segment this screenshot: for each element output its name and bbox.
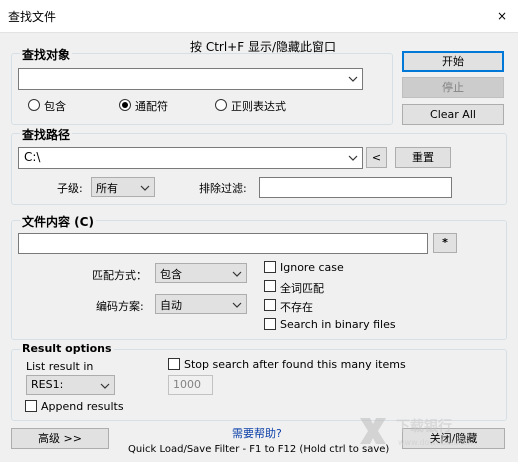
append-results-checkbox[interactable] [25, 400, 37, 412]
match-mode-select[interactable]: 包含 [155, 263, 247, 283]
sublevel-value: 所有 [96, 182, 118, 195]
find-target-title: 查找对象 [20, 46, 73, 63]
find-path-title: 查找路径 [20, 126, 73, 143]
match-mode-value: 包含 [160, 268, 182, 281]
encoding-select[interactable]: 自动 [155, 294, 247, 314]
append-results-label: Append results [41, 400, 124, 413]
close-icon[interactable]: × [496, 10, 508, 22]
clear-all-button[interactable]: Clear All [402, 104, 504, 125]
ignore-case-checkbox[interactable] [264, 261, 276, 273]
whole-word-label: 全词匹配 [280, 282, 324, 295]
list-result-select[interactable]: RES1: [26, 375, 115, 395]
watermark-url: www.downbank.cn [398, 438, 473, 447]
help-link[interactable]: 需要帮助? [232, 425, 282, 441]
binary-search-label: Search in binary files [280, 318, 396, 331]
radio-contains-label: 包含 [44, 100, 66, 113]
file-content-title: 文件内容 (C) [20, 213, 96, 230]
find-target-combo[interactable] [18, 68, 363, 90]
radio-regex[interactable] [215, 99, 227, 111]
encoding-value: 自动 [160, 299, 182, 312]
binary-search-checkbox[interactable] [264, 318, 276, 330]
sublevel-label: 子级: [57, 182, 83, 195]
result-options-title: Result options [20, 342, 114, 355]
content-options-button[interactable]: * [433, 233, 457, 253]
stop-button[interactable]: 停止 [402, 77, 504, 98]
chevron-down-icon[interactable] [140, 183, 150, 193]
path-back-button[interactable]: < [366, 147, 387, 168]
radio-wildcard-label: 通配符 [135, 100, 168, 113]
exclude-filter-label: 排除过滤: [199, 182, 247, 195]
not-exist-label: 不存在 [280, 301, 313, 314]
chevron-down-icon[interactable] [100, 381, 110, 391]
ignore-case-label: Ignore case [280, 261, 344, 274]
list-result-label: List result in [26, 360, 94, 373]
file-content-input[interactable] [18, 233, 428, 254]
stop-after-label: Stop search after found this many items [184, 358, 406, 371]
reset-button[interactable]: 重置 [395, 147, 451, 168]
exclude-filter-input[interactable] [259, 177, 452, 198]
chevron-down-icon[interactable] [348, 74, 358, 84]
stop-count-input[interactable]: 1000 [168, 375, 213, 395]
start-button[interactable]: 开始 [402, 51, 504, 72]
radio-wildcard[interactable] [119, 99, 131, 111]
chevron-down-icon[interactable] [348, 153, 358, 163]
quick-filter-text: Quick Load/Save Filter - F1 to F12 (Hold… [128, 444, 390, 455]
advanced-button[interactable]: 高级 >> [11, 428, 109, 449]
watermark-text: 下载银行 [396, 419, 452, 435]
not-exist-checkbox[interactable] [264, 299, 276, 311]
chevron-down-icon[interactable] [232, 269, 242, 279]
list-result-value: RES1: [31, 378, 64, 391]
radio-contains[interactable] [28, 99, 40, 111]
watermark: 下载银行 www.downbank.cn [356, 410, 506, 458]
stop-after-checkbox[interactable] [168, 358, 180, 370]
path-combo[interactable]: C:\ [18, 147, 363, 169]
watermark-logo-icon [360, 418, 386, 444]
path-value: C:\ [24, 150, 41, 164]
match-mode-label: 匹配方式： [92, 269, 147, 282]
chevron-down-icon[interactable] [232, 300, 242, 310]
radio-regex-label: 正则表达式 [231, 100, 286, 113]
window-title: 查找文件 [8, 10, 57, 24]
title-bar [0, 0, 518, 33]
encoding-label: 编码方案: [96, 300, 144, 313]
sublevel-select[interactable]: 所有 [91, 177, 155, 197]
whole-word-checkbox[interactable] [264, 280, 276, 292]
